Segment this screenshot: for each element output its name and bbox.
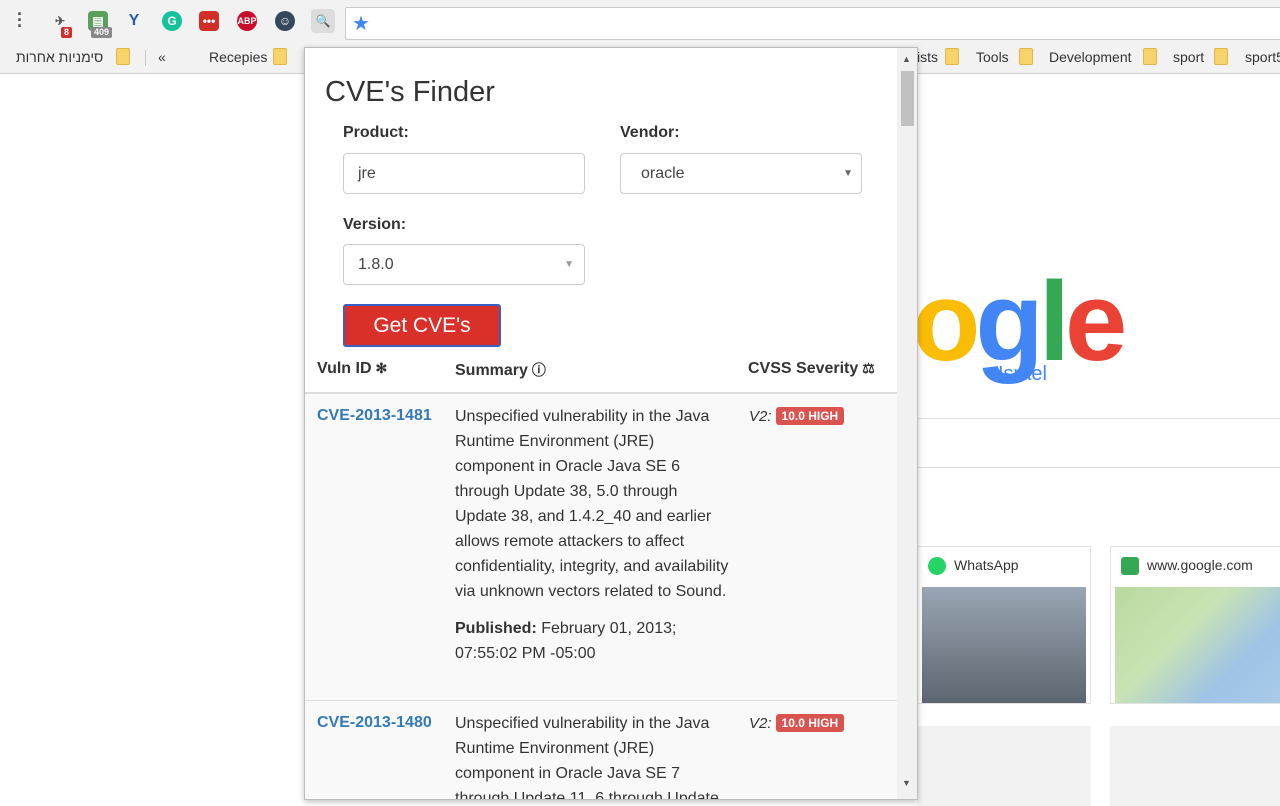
column-header-label: CVSS Severity xyxy=(748,360,859,377)
published-label: Published: xyxy=(455,620,537,637)
popup-scrollbar[interactable]: ▲ ▼ xyxy=(897,48,917,799)
scales-icon: ⚖ xyxy=(862,360,875,376)
bookmarks-divider xyxy=(145,50,146,66)
magnifier-extension-icon[interactable]: 🔍 xyxy=(311,9,335,33)
cve-finder-popup: CVE's Finder Product: jre Vendor: oracle… xyxy=(304,47,918,800)
bookmark-recepies[interactable]: Recepies xyxy=(209,49,267,65)
google-region-label: Israel xyxy=(998,363,1047,385)
version-select[interactable]: 1.8.0 ▼ xyxy=(343,244,585,285)
published-date: Published: February 01, 2013; 07:55:02 P… xyxy=(455,616,733,666)
most-visited-tile-whatsapp[interactable]: WhatsApp xyxy=(917,546,1091,704)
tile-title: www.google.com xyxy=(1147,557,1253,573)
grammarly-extension-icon[interactable]: G xyxy=(162,11,182,31)
summary-text: Unspecified vulnerability in the Java Ru… xyxy=(455,408,729,600)
adblock-plus-extension-icon[interactable]: ABP xyxy=(237,11,257,31)
product-label: Product: xyxy=(343,124,409,141)
scroll-up-arrow-icon[interactable]: ▲ xyxy=(902,54,911,64)
folder-icon xyxy=(273,48,287,65)
get-cves-button[interactable]: Get CVE's xyxy=(343,304,501,347)
bookmark-sport[interactable]: sport xyxy=(1173,49,1204,65)
column-header-severity[interactable]: CVSS Severity ⚖ xyxy=(748,360,875,378)
bookmark-development[interactable]: Development xyxy=(1049,49,1132,65)
version-label: Version: xyxy=(343,216,407,233)
column-header-vuln-id[interactable]: Vuln ID ✻ xyxy=(317,360,387,378)
whatsapp-icon xyxy=(928,557,946,575)
vendor-select[interactable]: oracle ▼ xyxy=(620,153,862,194)
lastpass-extension-icon[interactable]: ••• xyxy=(199,11,219,31)
most-visited-tile-google[interactable]: www.google.com xyxy=(1110,546,1280,704)
tile-title: WhatsApp xyxy=(954,557,1019,573)
chevron-down-icon: ▼ xyxy=(843,168,853,179)
ghostery-extension-icon[interactable]: ☺ xyxy=(275,11,295,31)
tile-thumbnail xyxy=(1115,587,1280,703)
extension-badge: 8 xyxy=(61,27,73,38)
summary-text: Unspecified vulnerability in the Java Ru… xyxy=(455,715,719,800)
cve-id-link[interactable]: CVE-2013-1481 xyxy=(317,407,432,425)
cve-summary: Unspecified vulnerability in the Java Ru… xyxy=(455,711,733,800)
popup-title: CVE's Finder xyxy=(325,76,495,108)
severity-badge: 10.0 HIGH xyxy=(775,407,845,425)
folder-icon xyxy=(945,48,959,65)
vendor-select-value: oracle xyxy=(641,165,685,182)
scrollbar-thumb[interactable] xyxy=(901,71,914,126)
cvss-version: V2: xyxy=(749,715,772,732)
severity-badge: 10.0 HIGH xyxy=(775,714,845,732)
tile-thumbnail xyxy=(922,587,1086,703)
bookmark-other[interactable]: סימניות אחרות xyxy=(16,49,103,65)
browser-toolbar: · · · ✈ 8 ▤ 409 Y G ••• ABP ☺ 🔍 ★ xyxy=(0,0,1280,42)
google-search-box[interactable] xyxy=(918,418,1280,468)
chevron-down-icon: ▼ xyxy=(564,259,574,270)
folder-icon xyxy=(1143,48,1157,65)
bookmark-star-icon[interactable]: ★ xyxy=(352,11,370,36)
vendor-label: Vendor: xyxy=(620,124,680,141)
cve-summary: Unspecified vulnerability in the Java Ru… xyxy=(455,404,733,666)
info-icon: ⓘ xyxy=(531,362,546,378)
folder-icon xyxy=(1019,48,1033,65)
version-select-value: 1.8.0 xyxy=(358,256,394,273)
cvss-severity: V2: 10.0 HIGH xyxy=(749,407,845,425)
bookmark-sport5[interactable]: sport5 xyxy=(1245,49,1280,65)
column-header-summary[interactable]: Summary ⓘ xyxy=(455,360,546,380)
google-maps-icon xyxy=(1121,557,1139,575)
cvss-version: V2: xyxy=(749,408,772,425)
bookmark-tools[interactable]: Tools xyxy=(976,49,1009,65)
yoast-extension-icon[interactable]: Y xyxy=(124,11,144,31)
bookmark-lists[interactable]: ists xyxy=(917,49,938,65)
vertical-dots-icon[interactable]: · · · xyxy=(14,5,26,35)
address-bar[interactable]: ★ xyxy=(345,7,1280,40)
cve-id-link[interactable]: CVE-2013-1480 xyxy=(317,714,432,732)
results-table-header: Vuln ID ✻ Summary ⓘ CVSS Severity ⚖ xyxy=(305,348,897,394)
folder-icon xyxy=(116,48,130,65)
bug-icon: ✻ xyxy=(375,360,388,376)
column-header-label: Vuln ID xyxy=(317,360,372,377)
folder-icon xyxy=(1214,48,1228,65)
empty-tile xyxy=(917,726,1091,806)
column-header-label: Summary xyxy=(455,362,528,379)
bookmarks-overflow-button[interactable]: « xyxy=(158,49,166,65)
table-row: CVE-2013-1481 Unspecified vulnerability … xyxy=(305,394,897,701)
cvss-severity: V2: 10.0 HIGH xyxy=(749,714,845,732)
scroll-down-arrow-icon[interactable]: ▼ xyxy=(902,778,911,788)
extension-badge: 409 xyxy=(91,27,113,38)
airplane-extension-icon[interactable]: ✈ 8 xyxy=(50,11,73,38)
clipboard-extension-icon[interactable]: ▤ 409 xyxy=(88,11,113,38)
table-row: CVE-2013-1480 Unspecified vulnerability … xyxy=(305,701,897,800)
empty-tile xyxy=(1110,726,1280,806)
product-input[interactable]: jre xyxy=(343,153,585,194)
